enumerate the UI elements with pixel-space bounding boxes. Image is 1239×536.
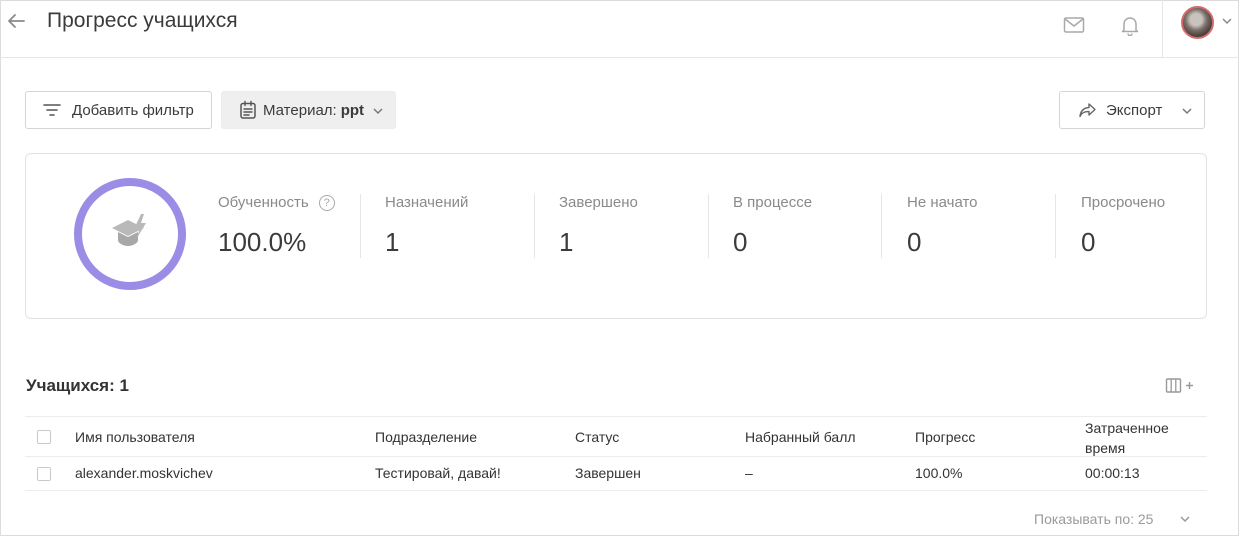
stat-label: Завершено: [559, 194, 638, 211]
cell-score: –: [745, 465, 753, 481]
stat-divider: [534, 194, 535, 258]
column-header-username[interactable]: Имя пользователя: [75, 429, 195, 445]
mail-icon[interactable]: [1063, 15, 1085, 35]
row-checkbox[interactable]: [37, 467, 51, 481]
chevron-down-icon[interactable]: [1220, 14, 1234, 28]
material-filter-value: ppt: [340, 101, 365, 119]
arrow-left-icon[interactable]: [5, 10, 27, 32]
stat-label: Просрочено: [1081, 194, 1166, 211]
cell-progress: 100.0%: [915, 465, 963, 481]
material-filter-label: Материал:: [263, 101, 337, 119]
column-header-time[interactable]: Затраченное время: [1085, 418, 1185, 458]
add-filter-button[interactable]: Добавить фильтр: [25, 91, 212, 129]
calendar-icon: [240, 100, 256, 119]
stat-label: Назначений: [385, 194, 469, 211]
cell-time: 00:00:13: [1085, 465, 1140, 481]
page-header: Прогресс учащихся: [0, 0, 1239, 58]
columns-settings-icon[interactable]: [1165, 377, 1195, 395]
cell-username[interactable]: alexander.moskvichev: [75, 465, 213, 481]
stat-overdue: Просрочено 0: [1081, 194, 1165, 260]
export-button[interactable]: Экспорт: [1059, 91, 1205, 129]
chevron-down-icon: [1182, 108, 1192, 115]
material-filter-chip[interactable]: Материал: ppt: [221, 91, 396, 129]
graduation-cap-icon: [112, 214, 146, 246]
stat-value: 0: [907, 227, 922, 257]
stat-label: В процессе: [733, 194, 813, 211]
bell-icon[interactable]: [1119, 14, 1141, 36]
stat-not-started: Не начато 0: [907, 194, 978, 260]
column-header-department[interactable]: Подразделение: [375, 429, 477, 445]
stat-label: Обученность: [218, 194, 309, 211]
stat-value: 0: [1081, 227, 1096, 257]
add-filter-label: Добавить фильтр: [72, 101, 194, 119]
share-arrow-icon: [1079, 103, 1096, 118]
stat-value: 0: [733, 227, 748, 257]
table-header: Имя пользователя Подразделение Статус На…: [25, 416, 1207, 457]
column-header-progress[interactable]: Прогресс: [915, 429, 975, 445]
column-header-status[interactable]: Статус: [575, 429, 619, 445]
stat-divider: [708, 194, 709, 258]
chevron-down-icon[interactable]: [1178, 512, 1192, 526]
page-title: Прогресс учащихся: [47, 9, 238, 32]
select-all-checkbox[interactable]: [37, 430, 51, 444]
chevron-down-icon: [373, 108, 383, 115]
stat-divider: [1055, 194, 1056, 258]
stat-in-progress: В процессе 0: [733, 194, 812, 260]
export-label: Экспорт: [1106, 101, 1163, 119]
stat-assigned: Назначений 1: [385, 194, 468, 260]
stat-label: Не начато: [907, 194, 978, 211]
cell-department: Тестировай, давай!: [375, 465, 501, 481]
stat-value: 1: [559, 227, 574, 257]
header-divider: [1162, 0, 1163, 58]
avatar[interactable]: [1181, 6, 1214, 39]
page-size-select[interactable]: Показывать по: 25: [1034, 511, 1153, 527]
stat-value: 1: [385, 227, 400, 257]
stat-learning: Обученность? 100.0%: [218, 194, 335, 260]
cell-status: Завершен: [575, 465, 641, 481]
table-row[interactable]: alexander.moskvichev Тестировай, давай! …: [25, 457, 1207, 491]
stat-divider: [881, 194, 882, 258]
column-header-score[interactable]: Набранный балл: [745, 429, 856, 445]
filter-icon: [43, 104, 61, 116]
stat-value: 100.0%: [218, 227, 307, 257]
learners-count: Учащихся: 1: [26, 376, 129, 395]
stat-divider: [360, 194, 361, 258]
help-icon[interactable]: ?: [318, 195, 335, 211]
stat-completed: Завершено 1: [559, 194, 638, 260]
